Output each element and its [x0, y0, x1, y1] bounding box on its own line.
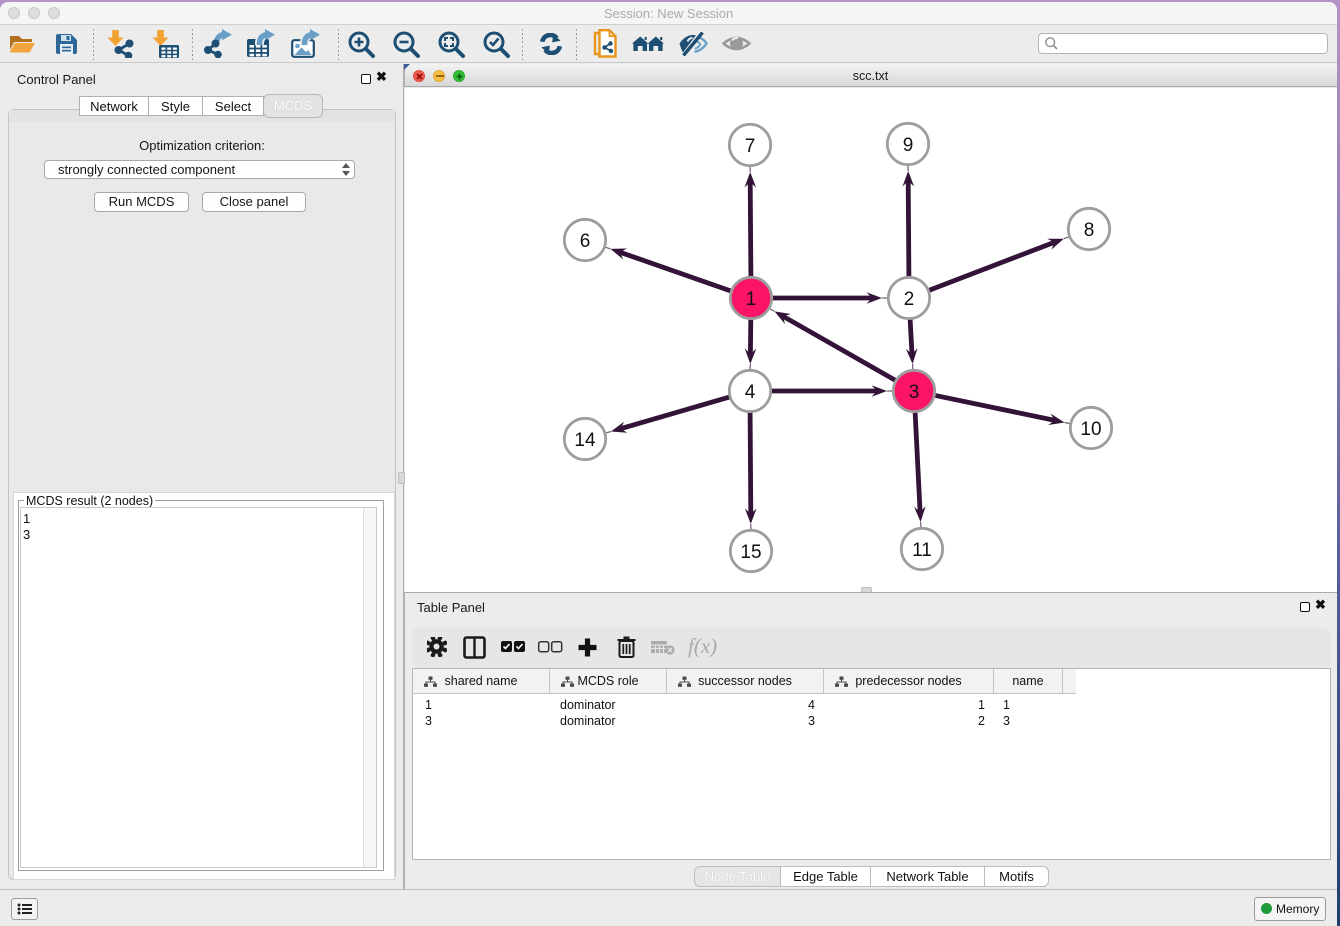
svg-text:11: 11: [912, 540, 932, 561]
svg-text:4: 4: [745, 382, 756, 403]
svg-text:3: 3: [909, 382, 920, 403]
svg-text:10: 10: [1080, 419, 1101, 440]
svg-text:7: 7: [745, 136, 756, 157]
svg-text:14: 14: [574, 430, 596, 451]
svg-text:1: 1: [746, 289, 757, 310]
svg-text:8: 8: [1084, 220, 1095, 241]
svg-text:6: 6: [580, 231, 591, 252]
svg-text:9: 9: [903, 135, 914, 156]
svg-text:2: 2: [904, 289, 915, 310]
svg-text:15: 15: [740, 542, 761, 563]
